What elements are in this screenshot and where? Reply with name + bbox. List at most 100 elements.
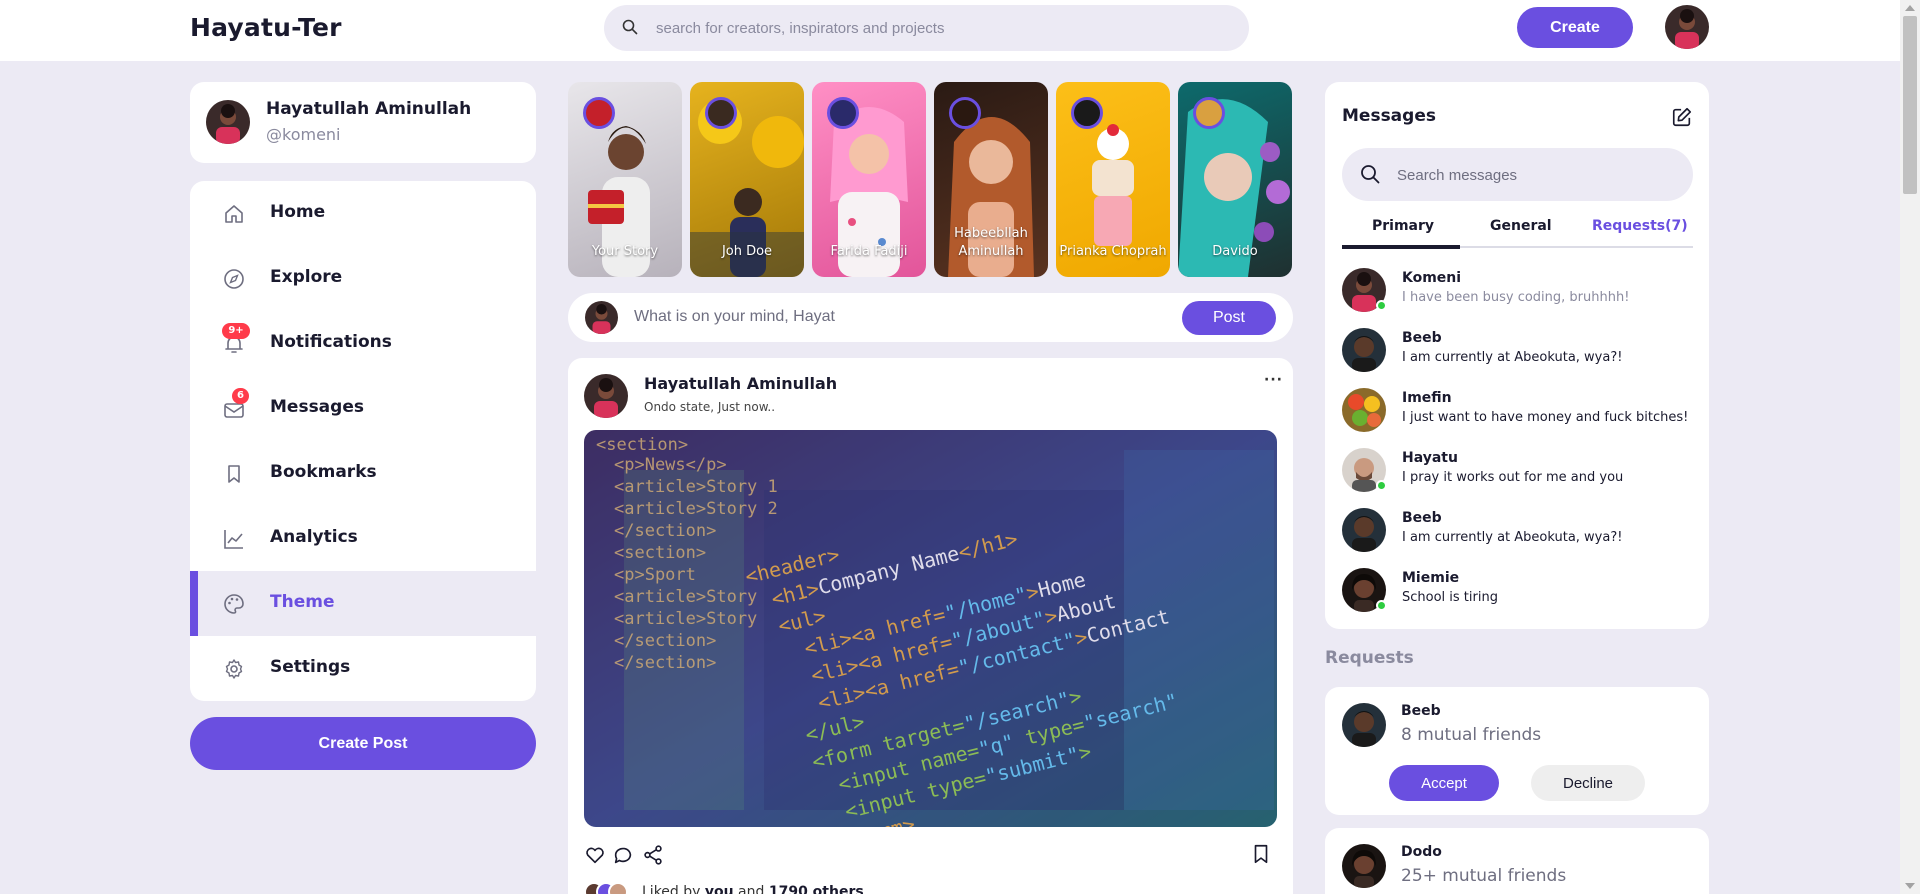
message-avatar: [1342, 508, 1386, 552]
message-item[interactable]: Komeni I have been busy coding, bruhhhh!: [1342, 268, 1702, 328]
sidebar-item-explore[interactable]: Explore: [190, 246, 536, 311]
active-tab-indicator: [1342, 245, 1460, 249]
message-preview: I pray it works out for me and you: [1402, 470, 1624, 485]
sidebar-item-messages[interactable]: 6 Messages: [190, 376, 536, 441]
story-item[interactable]: Farida Fadiji: [812, 82, 926, 277]
story-item[interactable]: Prianka Choprah: [1056, 82, 1170, 277]
sidebar-item-bookmarks[interactable]: Bookmarks: [190, 441, 536, 506]
tab-requests[interactable]: Requests(7): [1592, 218, 1688, 234]
accept-button[interactable]: Accept: [1389, 765, 1499, 801]
story-name: Joh Doe: [721, 244, 773, 259]
user-avatar[interactable]: [1665, 5, 1709, 49]
comment-icon[interactable]: [612, 844, 634, 870]
search-icon: [622, 19, 638, 39]
search-icon: [1360, 164, 1380, 188]
online-status-dot: [1376, 300, 1387, 311]
sidebar-item-label: Home: [270, 202, 326, 222]
sidebar-item-label: Notifications: [270, 332, 392, 352]
scroll-down-arrow-icon[interactable]: [1905, 883, 1915, 889]
like-heart-icon[interactable]: [584, 844, 606, 870]
request-name: Dodo: [1401, 844, 1442, 860]
online-status-dot: [1376, 600, 1387, 611]
create-button[interactable]: Create: [1517, 7, 1633, 48]
post-meta: Ondo state, Just now..: [644, 400, 776, 414]
messages-search-input[interactable]: [1397, 163, 1667, 187]
sidebar-item-label: Theme: [270, 592, 335, 612]
profile-card[interactable]: Hayatullah Aminullah @komeni: [190, 82, 536, 163]
bookmark-icon[interactable]: [1250, 843, 1272, 869]
global-search[interactable]: [604, 5, 1249, 51]
request-mutual-friends: 8 mutual friends: [1401, 725, 1542, 745]
message-item[interactable]: Hayatu I pray it works out for me and yo…: [1342, 448, 1702, 508]
story-item[interactable]: Your Story: [568, 82, 682, 277]
composer-avatar: [585, 301, 618, 334]
message-sender: Hayatu: [1402, 450, 1458, 466]
sidebar-item-analytics[interactable]: Analytics: [190, 506, 536, 571]
requests-heading: Requests: [1325, 648, 1414, 668]
story-avatar: [949, 97, 981, 129]
scroll-up-arrow-icon[interactable]: [1905, 5, 1915, 11]
request-mutual-friends: 25+ mutual friends: [1401, 866, 1567, 886]
message-sender: Komeni: [1402, 270, 1462, 286]
sidebar-item-theme[interactable]: Theme: [190, 571, 536, 636]
story-item[interactable]: Joh Doe: [690, 82, 804, 277]
post-button[interactable]: Post: [1182, 301, 1276, 335]
story-name: Habeebllah Aminullah: [954, 226, 1028, 259]
story-item[interactable]: Davido: [1178, 82, 1292, 277]
sidebar-item-label: Explore: [270, 267, 343, 287]
message-avatar: [1342, 388, 1386, 432]
story-name: Your Story: [591, 244, 659, 259]
sidebar-item-notifications[interactable]: 9+ Notifications: [190, 311, 536, 376]
sidebar-item-home[interactable]: Home: [190, 181, 536, 246]
liked-by-avatars: [584, 882, 634, 894]
composer-input[interactable]: [634, 305, 1134, 329]
feed-post: Hayatullah Aminullah Ondo state, Just no…: [568, 358, 1293, 894]
scrollbar-thumb[interactable]: [1903, 16, 1917, 194]
tab-general[interactable]: General: [1490, 218, 1552, 234]
chart-line-icon: [222, 527, 246, 551]
message-sender: Beeb: [1402, 510, 1442, 526]
tab-primary[interactable]: Primary: [1372, 218, 1434, 234]
message-item[interactable]: Miemie School is tiring: [1342, 568, 1702, 628]
message-preview: School is tiring: [1402, 590, 1498, 605]
message-preview: I have been busy coding, bruhhhh!: [1402, 290, 1630, 305]
post-image[interactable]: <section> <p>News</p> <article>Story 1 <…: [584, 430, 1277, 827]
message-item[interactable]: Imefin I just want to have money and fuc…: [1342, 388, 1702, 448]
sidebar-item-label: Messages: [270, 397, 364, 417]
messages-search[interactable]: [1342, 148, 1693, 201]
story-name: Prianka Choprah: [1059, 244, 1167, 259]
message-sender: Miemie: [1402, 570, 1460, 586]
story-name: Farida Fadiji: [830, 244, 908, 259]
request-avatar[interactable]: [1342, 844, 1386, 888]
post-author-name[interactable]: Hayatullah Aminullah: [644, 374, 837, 393]
message-avatar: [1342, 328, 1386, 372]
messages-panel: Messages Primary General Requests(7) Kom…: [1325, 82, 1709, 629]
story-avatar: [583, 97, 615, 129]
story-avatar: [1071, 97, 1103, 129]
share-icon[interactable]: [642, 844, 664, 870]
sidebar-item-label: Bookmarks: [270, 462, 377, 482]
liked-by-text: Liked by you and 1790 others..: [642, 884, 873, 894]
request-avatar[interactable]: [1342, 703, 1386, 747]
sidebar-menu: Home Explore 9+ Notifications 6 Messages…: [190, 181, 536, 701]
sidebar-item-label: Analytics: [270, 527, 358, 547]
profile-avatar: [206, 100, 250, 144]
more-options-icon[interactable]: ···: [1264, 372, 1283, 388]
online-status-dot: [1376, 480, 1387, 491]
create-post-button[interactable]: Create Post: [190, 717, 536, 770]
profile-handle: @komeni: [266, 125, 341, 144]
message-item[interactable]: Beeb I am currently at Abeokuta, wya?!: [1342, 508, 1702, 568]
app-logo[interactable]: Hayatu-Ter: [190, 13, 342, 42]
messages-badge: 6: [232, 388, 249, 404]
messages-title: Messages: [1342, 106, 1436, 126]
friend-request-card: Dodo 25+ mutual friends: [1325, 828, 1709, 894]
global-search-input[interactable]: [656, 15, 1216, 41]
story-item[interactable]: Habeebllah Aminullah: [934, 82, 1048, 277]
story-avatar: [1193, 97, 1225, 129]
compose-edit-icon[interactable]: [1671, 106, 1693, 132]
gear-icon: [222, 657, 246, 681]
post-author-avatar[interactable]: [584, 374, 628, 418]
sidebar-item-settings[interactable]: Settings: [190, 636, 536, 701]
decline-button[interactable]: Decline: [1531, 765, 1645, 801]
message-item[interactable]: Beeb I am currently at Abeokuta, wya?!: [1342, 328, 1702, 388]
